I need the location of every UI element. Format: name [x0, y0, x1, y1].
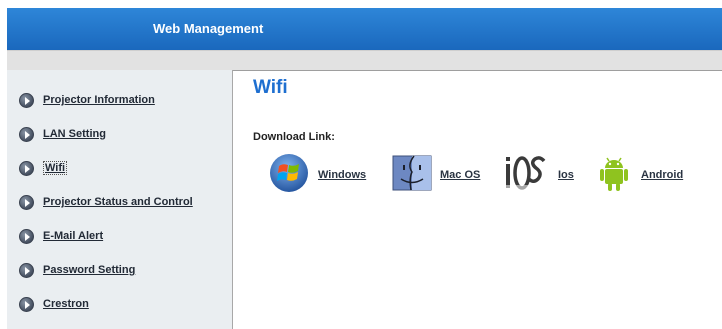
download-ios[interactable]: Ios	[504, 155, 574, 195]
arrow-right-circle-icon	[19, 92, 34, 108]
sidebar-item-label[interactable]: Crestron	[43, 298, 89, 310]
sidebar-item-label[interactable]: LAN Setting	[43, 128, 106, 140]
android-robot-icon[interactable]	[595, 153, 633, 198]
sidebar-item-email-alert[interactable]: E-Mail Alert	[19, 225, 103, 247]
download-link-ios[interactable]: Ios	[558, 169, 574, 181]
sidebar-item-label[interactable]: Password Setting	[43, 264, 135, 276]
sidebar-item-projector-information[interactable]: Projector Information	[19, 89, 155, 111]
download-android[interactable]: Android	[595, 155, 683, 195]
sidebar-item-password-setting[interactable]: Password Setting	[19, 259, 135, 281]
sidebar-item-crestron[interactable]: Crestron	[19, 293, 89, 315]
download-link-android[interactable]: Android	[641, 169, 683, 181]
page-title: Wifi	[253, 77, 288, 98]
sidebar-item-projector-status-and-control[interactable]: Projector Status and Control	[19, 191, 193, 213]
download-link-macos[interactable]: Mac OS	[440, 169, 480, 181]
download-link-label: Download Link:	[253, 131, 335, 143]
header-subbar	[7, 50, 722, 71]
arrow-right-circle-icon	[19, 228, 34, 244]
app-title: Web Management	[153, 21, 264, 36]
arrow-right-circle-icon	[19, 296, 34, 312]
download-windows[interactable]: Windows	[268, 153, 366, 198]
arrow-right-circle-icon	[19, 194, 34, 210]
sidebar-item-label[interactable]: E-Mail Alert	[43, 230, 103, 242]
windows-logo-icon[interactable]	[268, 153, 310, 198]
mac-os-finder-icon[interactable]	[392, 155, 432, 196]
sidebar-item-label[interactable]: Projector Status and Control	[43, 196, 193, 208]
sidebar: Projector Information LAN Setting Wifi P…	[7, 70, 233, 329]
sidebar-item-lan-setting[interactable]: LAN Setting	[19, 123, 106, 145]
main-content: Wifi Download Link: Windows Mac OS Ios A…	[233, 70, 722, 329]
sidebar-item-label[interactable]: Projector Information	[43, 94, 155, 106]
header-bar: Web Management	[7, 8, 722, 50]
arrow-right-circle-icon	[19, 160, 34, 176]
sidebar-item-wifi[interactable]: Wifi	[19, 157, 68, 179]
download-link-windows[interactable]: Windows	[318, 169, 366, 181]
ios-logo-icon[interactable]	[504, 153, 550, 198]
download-macos[interactable]: Mac OS	[392, 155, 480, 195]
arrow-right-circle-icon	[19, 126, 34, 142]
arrow-right-circle-icon	[19, 262, 34, 278]
sidebar-item-label[interactable]: Wifi	[43, 161, 68, 175]
